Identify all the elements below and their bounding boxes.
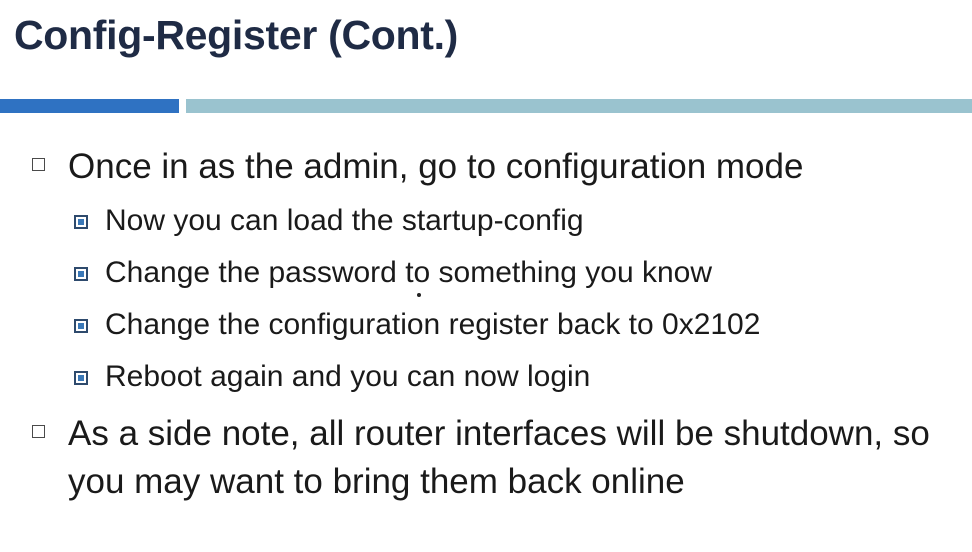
bullet-text: As a side note, all router interfaces wi… [68, 414, 930, 501]
slide-content: Once in as the admin, go to configuratio… [0, 0, 972, 552]
sub-bullet-item: Now you can load the startup-config [74, 201, 584, 241]
filled-square-bullet-icon [74, 371, 88, 385]
sub-bullet-item: Change the password to something you kno… [74, 253, 713, 293]
filled-square-bullet-icon [74, 267, 88, 281]
filled-square-bullet-icon [74, 215, 88, 229]
sub-bullet-text: Now you can load the startup-config [105, 204, 584, 237]
hollow-square-bullet-icon [32, 425, 45, 438]
sub-bullet-text: Change the password to something you kno… [105, 256, 713, 289]
slide: Config-Register (Cont.) Once in as the a… [0, 0, 972, 552]
sub-bullet-text: Reboot again and you can now login [105, 360, 591, 393]
bullet-item: As a side note, all router interfaces wi… [32, 410, 948, 506]
sub-bullet-text: Change the configuration register back t… [105, 308, 761, 341]
filled-square-bullet-icon [74, 319, 88, 333]
bullet-item: Once in as the admin, go to configuratio… [32, 143, 948, 191]
mouse-pointer-dot [417, 293, 421, 297]
sub-bullet-item: Reboot again and you can now login [74, 357, 591, 397]
bullet-text: Once in as the admin, go to configuratio… [68, 147, 804, 186]
sub-bullet-item: Change the configuration register back t… [74, 305, 761, 345]
hollow-square-bullet-icon [32, 158, 45, 171]
